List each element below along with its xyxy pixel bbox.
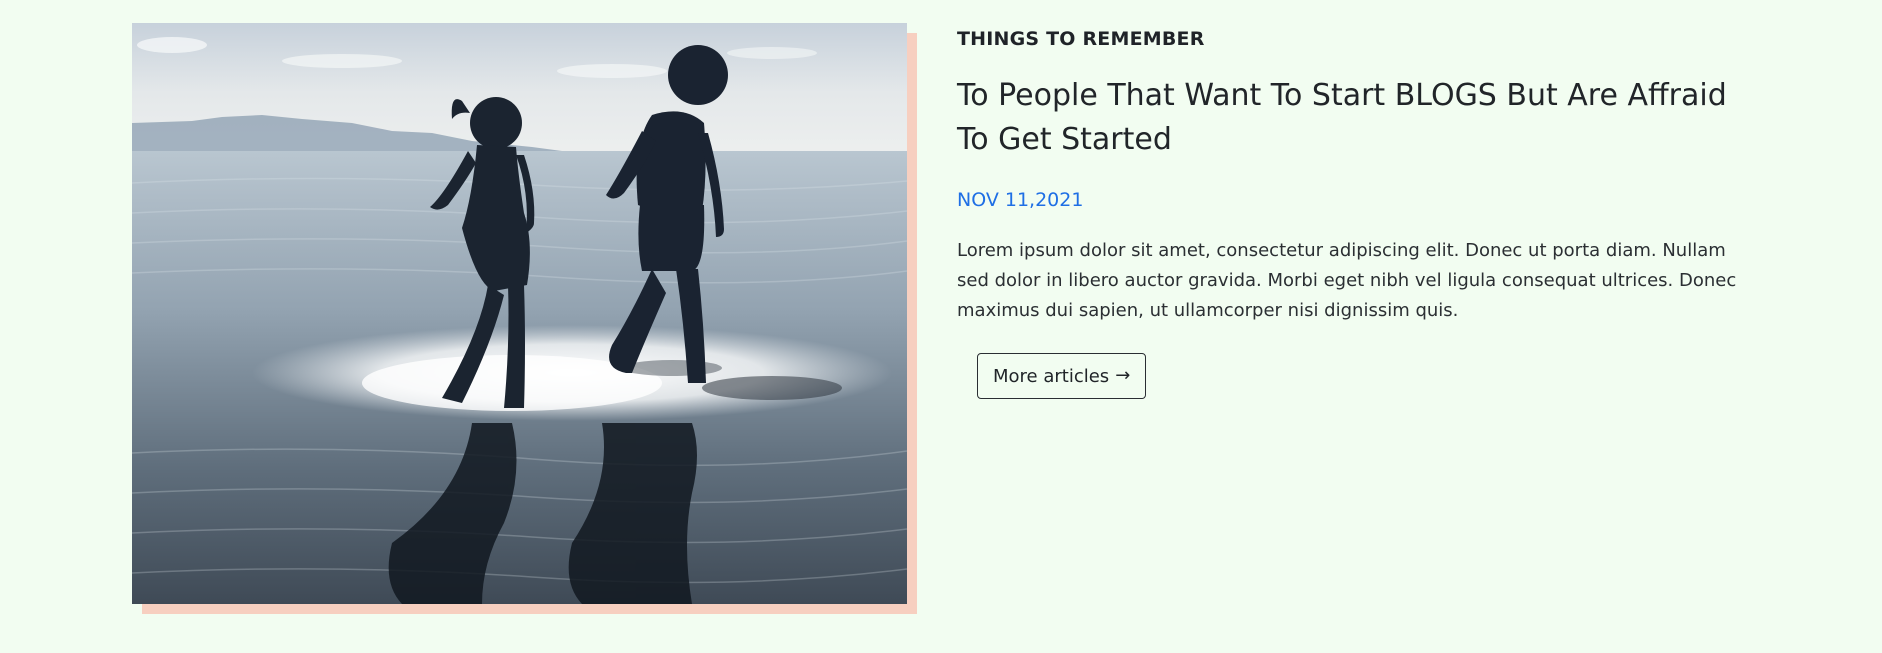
article-title[interactable]: To People That Want To Start BLOGS But A…: [957, 74, 1757, 162]
more-articles-label: More articles: [993, 365, 1110, 387]
more-articles-button[interactable]: More articles →: [977, 353, 1147, 399]
article-photo: [132, 23, 907, 604]
article-content: THINGS TO REMEMBER To People That Want T…: [957, 26, 1757, 399]
arrow-right-icon: →: [1115, 365, 1131, 386]
article-date: NOV 11,2021: [957, 189, 1084, 211]
article-excerpt: Lorem ipsum dolor sit amet, consectetur …: [957, 240, 1737, 321]
article-image-wrapper: [132, 23, 917, 614]
article-category: THINGS TO REMEMBER: [957, 28, 1205, 50]
